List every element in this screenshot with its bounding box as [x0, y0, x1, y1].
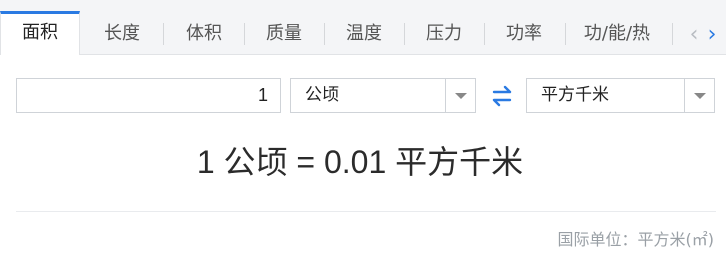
dropdown-toggle[interactable] [684, 79, 714, 112]
value-input[interactable] [16, 78, 281, 113]
tab-volume[interactable]: 体积 [164, 12, 244, 56]
tab-area[interactable]: 面积 [0, 11, 80, 55]
from-unit-select[interactable]: 公顷 [290, 78, 476, 113]
tab-separator [672, 23, 673, 45]
swap-arrows-icon [492, 85, 512, 107]
divider [16, 211, 716, 212]
chevron-right-icon[interactable]: › [704, 22, 720, 48]
from-unit-value: 公顷 [305, 85, 339, 105]
tab-length[interactable]: 长度 [82, 12, 162, 56]
unit-category-tabbar: 面积 长度 体积 质量 温度 压力 功率 功/能/热 ‹ › [0, 0, 726, 55]
to-unit-value: 平方千米 [541, 85, 609, 105]
tab-work-energy-heat[interactable]: 功/能/热 [566, 12, 668, 56]
tab-mass[interactable]: 质量 [244, 12, 324, 56]
tab-temperature[interactable]: 温度 [324, 12, 404, 56]
conversion-result: 1 公顷 = 0.01 平方千米 [196, 144, 524, 180]
chevron-left-icon[interactable]: ‹ [686, 22, 702, 48]
tab-power[interactable]: 功率 [484, 12, 564, 56]
si-unit-note: 国际单位：平方米(㎡) [557, 230, 715, 249]
chevron-down-icon [694, 93, 706, 99]
swap-units-button[interactable] [486, 80, 518, 112]
dropdown-toggle[interactable] [445, 79, 475, 112]
chevron-down-icon [455, 93, 467, 99]
to-unit-select[interactable]: 平方千米 [526, 78, 715, 113]
tab-pressure[interactable]: 压力 [404, 12, 484, 56]
